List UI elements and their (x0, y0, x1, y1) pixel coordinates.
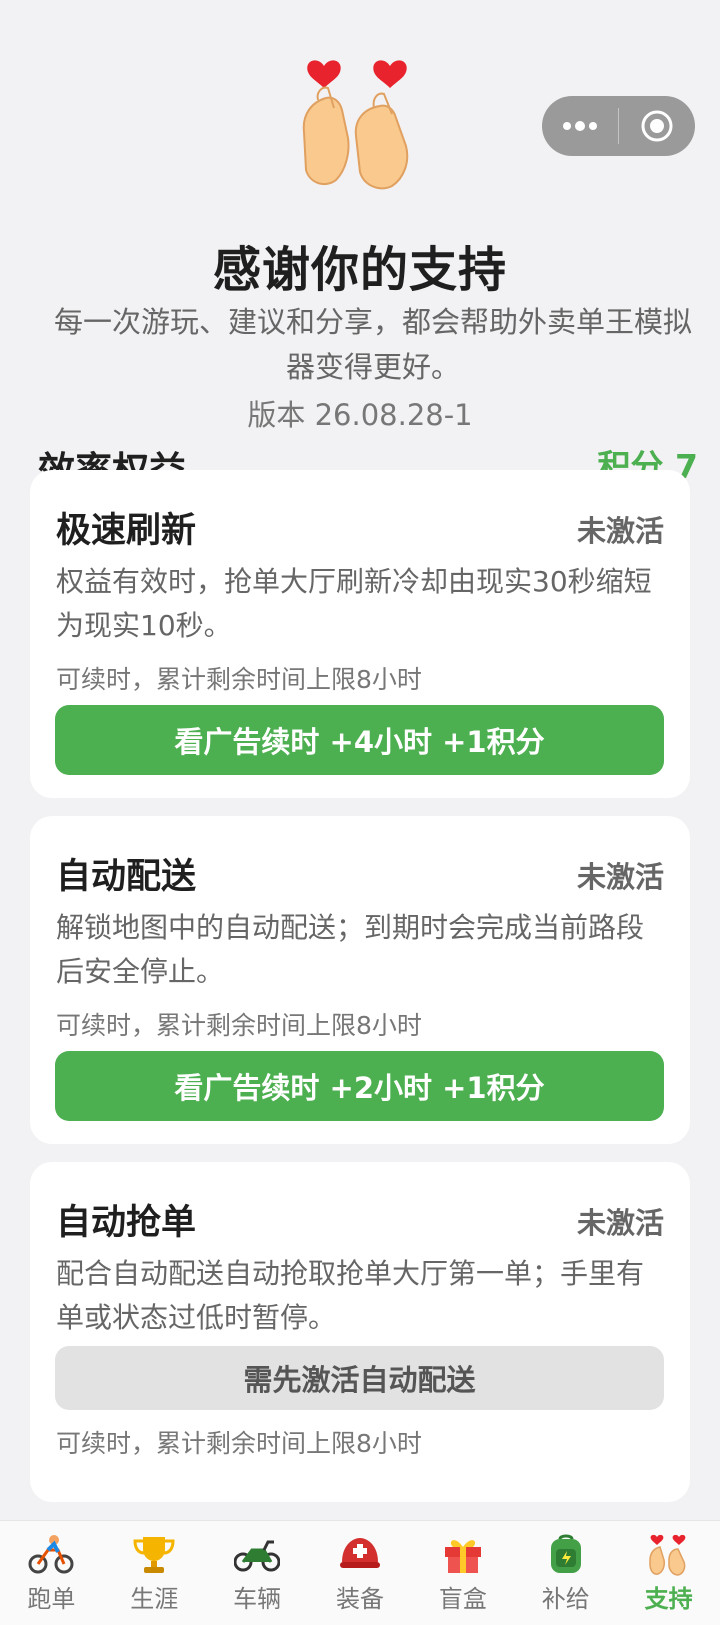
benefit-note: 可续时，累计剩余时间上限8小时 (56, 1429, 422, 1458)
bottom-tab-bar: 跑单 生涯 车辆 装备 盲盒 补给 支持 (0, 1520, 720, 1625)
tab-support[interactable]: 支持 (617, 1521, 720, 1625)
backpack-icon (543, 1533, 589, 1575)
cyclist-icon (28, 1533, 74, 1575)
tab-label: 跑单 (27, 1585, 76, 1613)
benefit-description: 权益有效时，抢单大厅刷新冷却由现实30秒缩短为现实10秒。 (56, 565, 652, 642)
heart-finger-hands-icon (296, 52, 428, 194)
tab-label: 生涯 (130, 1585, 179, 1613)
benefit-name: 自动抢单 (56, 1203, 197, 1243)
benefit-name: 极速刷新 (56, 511, 197, 551)
tab-label: 支持 (644, 1585, 693, 1613)
tab-supplies[interactable]: 补给 (514, 1521, 617, 1625)
version-label: 版本 26.08.28-1 (247, 398, 473, 432)
tab-equipment[interactable]: 装备 (309, 1521, 412, 1625)
status-badge: 未激活 (576, 860, 664, 894)
watch-ad-button[interactable]: 看广告续时 +4小时 +1积分 (55, 705, 664, 775)
page-subtitle: 每一次游玩、建议和分享，都会帮助外卖单王模拟器变得更好。 (53, 305, 692, 384)
tab-label: 装备 (336, 1585, 384, 1613)
requires-activation-button[interactable]: 需先激活自动配送 (55, 1346, 664, 1410)
page-title: 感谢你的支持 (212, 242, 507, 298)
more-dots-icon[interactable] (542, 96, 618, 156)
trophy-icon (131, 1533, 177, 1575)
heart-hands-icon (646, 1533, 692, 1576)
status-badge: 未激活 (576, 514, 664, 548)
benefit-note: 可续时，累计剩余时间上限8小时 (56, 1011, 422, 1040)
benefit-note: 可续时，累计剩余时间上限8小时 (56, 665, 422, 694)
tab-run-orders[interactable]: 跑单 (0, 1521, 103, 1625)
tab-vehicles[interactable]: 车辆 (206, 1521, 309, 1625)
benefit-description: 解锁地图中的自动配送；到期时会完成当前路段后安全停止。 (56, 911, 645, 988)
tab-label: 补给 (541, 1585, 590, 1613)
helmet-icon (337, 1533, 383, 1575)
benefit-description: 配合自动配送自动抢取抢单大厅第一单；手里有单或状态过低时暂停。 (56, 1257, 645, 1334)
benefit-card-fast-refresh: 极速刷新 未激活 权益有效时，抢单大厅刷新冷却由现实30秒缩短为现实10秒。 可… (30, 470, 690, 798)
motorcycle-icon (234, 1533, 281, 1575)
benefit-card-auto-delivery: 自动配送 未激活 解锁地图中的自动配送；到期时会完成当前路段后安全停止。 可续时… (30, 816, 690, 1144)
gift-box-icon (440, 1533, 486, 1575)
tab-label: 车辆 (233, 1585, 282, 1613)
status-badge: 未激活 (576, 1206, 664, 1240)
benefit-name: 自动配送 (56, 857, 197, 897)
tab-blind-box[interactable]: 盲盒 (411, 1521, 514, 1625)
watch-ad-button[interactable]: 看广告续时 +2小时 +1积分 (55, 1051, 664, 1121)
miniprogram-capsule (542, 96, 695, 156)
target-circle-icon[interactable] (619, 96, 695, 156)
tab-label: 盲盒 (438, 1585, 487, 1613)
benefit-card-auto-grab: 自动抢单 未激活 配合自动配送自动抢取抢单大厅第一单；手里有单或状态过低时暂停。… (30, 1162, 690, 1502)
tab-career[interactable]: 生涯 (103, 1521, 206, 1625)
